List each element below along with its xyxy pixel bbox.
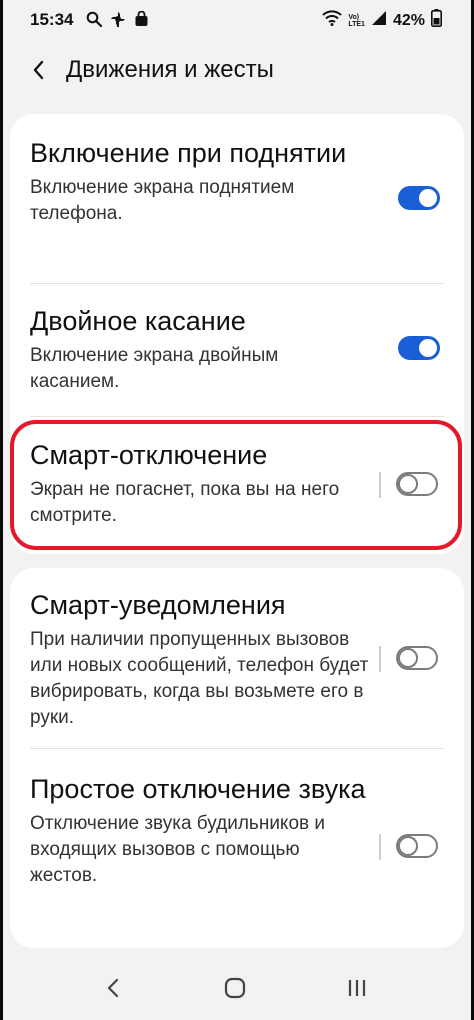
setting-title: Включение при поднятии <box>30 138 347 168</box>
setting-title: Двойное касание <box>30 306 246 336</box>
settings-card-screen-wake: Включение при поднятии Включение экрана … <box>10 114 464 554</box>
toggle-separator <box>379 472 381 498</box>
toggle-knob <box>398 836 418 856</box>
status-time: 15:34 <box>30 10 74 29</box>
home-icon <box>224 977 246 999</box>
chevron-left-icon <box>33 60 44 80</box>
nav-back-button[interactable] <box>98 974 128 1002</box>
battery-percent: 42% <box>392 11 425 29</box>
setting-smart-stay[interactable]: Смарт-отключение Экран не погаснет, пока… <box>10 420 464 550</box>
setting-subtitle: Экран не погаснет, пока вы на него смотр… <box>30 479 340 526</box>
divider <box>30 748 444 749</box>
back-button[interactable] <box>26 56 54 84</box>
toggle-knob <box>398 474 418 494</box>
setting-subtitle: Включение экрана двойным касанием. <box>30 345 279 392</box>
toggle-knob <box>417 337 439 359</box>
setting-title: Простое отключение звука <box>30 774 366 804</box>
signal-icon <box>371 10 387 31</box>
system-icons: Vo) LTE1 42% <box>322 9 442 32</box>
easy-mute-toggle[interactable] <box>396 834 438 858</box>
setting-title: Смарт-уведомления <box>30 590 286 620</box>
setting-double-tap[interactable]: Двойное касание Включение экрана двойным… <box>10 284 464 416</box>
toggle-separator <box>379 646 381 672</box>
setting-easy-mute[interactable]: Простое отключение звука Отключение звук… <box>10 750 464 940</box>
nav-home-button[interactable] <box>220 974 250 1002</box>
header: Движения и жесты <box>0 40 474 104</box>
pinwheel-icon <box>110 11 126 32</box>
setting-lift-to-wake[interactable]: Включение при поднятии Включение экрана … <box>10 114 464 282</box>
lift-to-wake-toggle[interactable] <box>398 186 440 210</box>
back-icon <box>107 978 119 998</box>
smart-alert-toggle[interactable] <box>396 646 438 670</box>
recents-icon <box>348 980 366 996</box>
status-bar: 15:34 Vo) LTE1 42% <box>0 0 474 40</box>
wifi-icon <box>322 10 343 31</box>
toggle-knob <box>417 187 439 209</box>
toggle-knob <box>398 648 418 668</box>
setting-subtitle: Отключение звука будильников и входящих … <box>30 813 326 886</box>
smart-stay-toggle[interactable] <box>396 472 438 496</box>
notification-icons <box>86 10 149 32</box>
setting-title: Смарт-отключение <box>30 440 268 470</box>
setting-subtitle: Включение экрана поднятием телефона. <box>30 177 295 224</box>
navigation-bar <box>0 950 474 1020</box>
divider <box>30 416 444 417</box>
setting-subtitle: При наличии пропущенных вызовов или новы… <box>30 629 369 728</box>
nav-recents-button[interactable] <box>342 974 372 1002</box>
volte-label: Vo) <box>348 13 360 21</box>
page-title: Движения и жесты <box>66 56 274 83</box>
setting-smart-alert[interactable]: Смарт-уведомления При наличии пропущенны… <box>10 568 464 744</box>
network-label: Vo) LTE1 <box>348 14 365 28</box>
settings-card-gestures: Смарт-уведомления При наличии пропущенны… <box>10 568 464 948</box>
double-tap-toggle[interactable] <box>398 336 440 360</box>
lte-label: LTE1 <box>348 20 365 28</box>
toggle-separator <box>379 834 381 860</box>
shopping-bag-icon <box>134 10 149 32</box>
battery-icon <box>431 9 442 32</box>
search-icon <box>86 11 103 32</box>
